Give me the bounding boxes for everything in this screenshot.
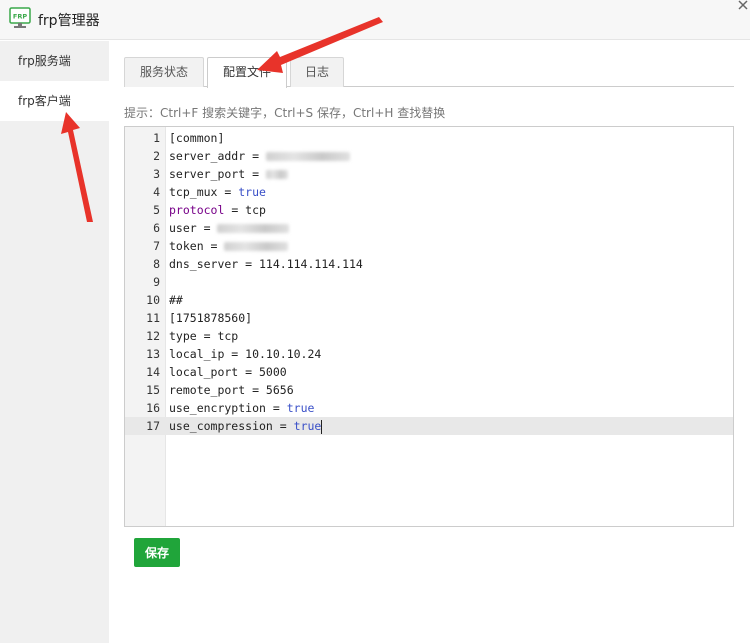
- line-text: local_ip = 10.10.10.24: [169, 347, 322, 361]
- config-value: true: [293, 419, 322, 433]
- code-line: 12 type = tcp: [125, 327, 733, 345]
- text-cursor: [321, 419, 323, 434]
- line-text: [1751878560]: [169, 311, 253, 325]
- config-value: true: [286, 401, 315, 415]
- app-icon-label: FRP: [13, 13, 27, 21]
- config-operator: =: [224, 203, 246, 217]
- line-number: 7: [153, 239, 160, 253]
- main-panel: 服务状态 配置文件 日志 提示：Ctrl+F 搜索关键字，Ctrl+S 保存，C…: [109, 41, 750, 643]
- code-line: 4 tcp_mux = true: [125, 183, 733, 201]
- code-line: 11 [1751878560]: [125, 309, 733, 327]
- config-operator: =: [217, 185, 239, 199]
- tab-bar: 服务状态 配置文件 日志: [124, 57, 734, 88]
- line-number: 8: [153, 257, 160, 271]
- config-operator: =: [196, 221, 218, 235]
- code-line: 8 dns_server = 114.114.114.114: [125, 255, 733, 273]
- line-number: 4: [153, 185, 160, 199]
- sidebar-item-frp-server[interactable]: frp服务端: [0, 41, 109, 81]
- line-number: 9: [153, 275, 160, 289]
- line-number: 13: [146, 347, 160, 361]
- code-line: 7 token =: [125, 237, 733, 255]
- config-operator: =: [245, 167, 266, 181]
- tab-service-status[interactable]: 服务状态: [124, 57, 204, 87]
- redacted-value: [265, 170, 288, 179]
- config-key: tcp_mux: [169, 185, 218, 199]
- line-text: use_encryption = true: [169, 399, 314, 417]
- line-text: server_port =: [169, 165, 288, 183]
- code-line: 16 use_encryption = true: [125, 399, 733, 417]
- line-number: 14: [146, 365, 160, 379]
- code-line: 5 protocol = tcp: [125, 201, 733, 219]
- frp-app-icon: FRP: [9, 7, 31, 28]
- sidebar-item-frp-client[interactable]: frp客户端: [0, 81, 109, 121]
- line-text: local_port = 5000: [169, 365, 287, 379]
- config-operator: =: [265, 401, 287, 415]
- shortcut-hint: 提示：Ctrl+F 搜索关键字，Ctrl+S 保存，Ctrl+H 查找替换: [124, 106, 446, 120]
- config-operator: =: [272, 419, 294, 433]
- code-line: 3 server_port =: [125, 165, 733, 183]
- code-line: 15 remote_port = 5656: [125, 381, 733, 399]
- line-number: 2: [153, 149, 160, 163]
- config-value: tcp: [245, 203, 266, 217]
- config-key: use_compression: [169, 419, 273, 433]
- code-line: 1 [common]: [125, 129, 733, 147]
- close-icon[interactable]: [736, 0, 750, 12]
- config-operator: =: [203, 239, 225, 253]
- line-number: 3: [153, 167, 160, 181]
- config-value: true: [238, 185, 266, 199]
- sidebar: frp服务端 frp客户端: [0, 41, 109, 643]
- line-number: 17: [146, 419, 160, 433]
- line-number: 6: [153, 221, 160, 235]
- line-number: 15: [146, 383, 160, 397]
- line-number: 1: [153, 131, 160, 145]
- config-key: user: [169, 221, 197, 235]
- window-title: frp管理器: [38, 13, 100, 29]
- line-number: 16: [146, 401, 160, 415]
- line-text: ##: [169, 293, 183, 307]
- tab-config-file[interactable]: 配置文件: [207, 57, 287, 88]
- title-bar: FRP frp管理器: [0, 0, 750, 40]
- config-editor[interactable]: 1 [common] 2 server_addr = 3 server_port = …: [124, 126, 734, 527]
- code-area[interactable]: 1 [common] 2 server_addr = 3 server_port = …: [125, 129, 733, 435]
- line-text: dns_server = 114.114.114.114: [169, 257, 363, 271]
- line-text: type = tcp: [169, 329, 239, 343]
- line-text: server_addr =: [169, 147, 350, 165]
- line-number: 11: [146, 311, 160, 325]
- save-button[interactable]: 保存: [134, 538, 180, 567]
- code-line: 13 local_ip = 10.10.10.24: [125, 345, 733, 363]
- code-line: 9: [125, 273, 733, 291]
- code-line: 14 local_port = 5000: [125, 363, 733, 381]
- line-number: 5: [153, 203, 160, 217]
- line-text: use_compression = true: [169, 417, 323, 435]
- line-number: 10: [146, 293, 160, 307]
- code-line: 6 user =: [125, 219, 733, 237]
- redacted-value: [265, 152, 350, 161]
- line-text: remote_port = 5656: [169, 383, 294, 397]
- code-line-active: 17 use_compression = true: [125, 417, 733, 435]
- line-text: [common]: [169, 131, 225, 145]
- config-key: server_port: [169, 167, 246, 181]
- config-key: use_encryption: [169, 401, 266, 415]
- config-key: token: [169, 239, 204, 253]
- config-key: protocol: [169, 203, 225, 217]
- line-number: 12: [146, 329, 160, 343]
- redacted-value: [217, 224, 290, 233]
- line-text: tcp_mux = true: [169, 183, 266, 201]
- config-key: server_addr: [169, 149, 246, 163]
- redacted-value: [224, 242, 289, 251]
- config-operator: =: [245, 149, 266, 163]
- code-line: 10 ##: [125, 291, 733, 309]
- line-text: user =: [169, 219, 290, 237]
- line-text: protocol = tcp: [169, 201, 266, 219]
- code-line: 2 server_addr =: [125, 147, 733, 165]
- tab-log[interactable]: 日志: [290, 57, 344, 87]
- line-text: token =: [169, 237, 289, 255]
